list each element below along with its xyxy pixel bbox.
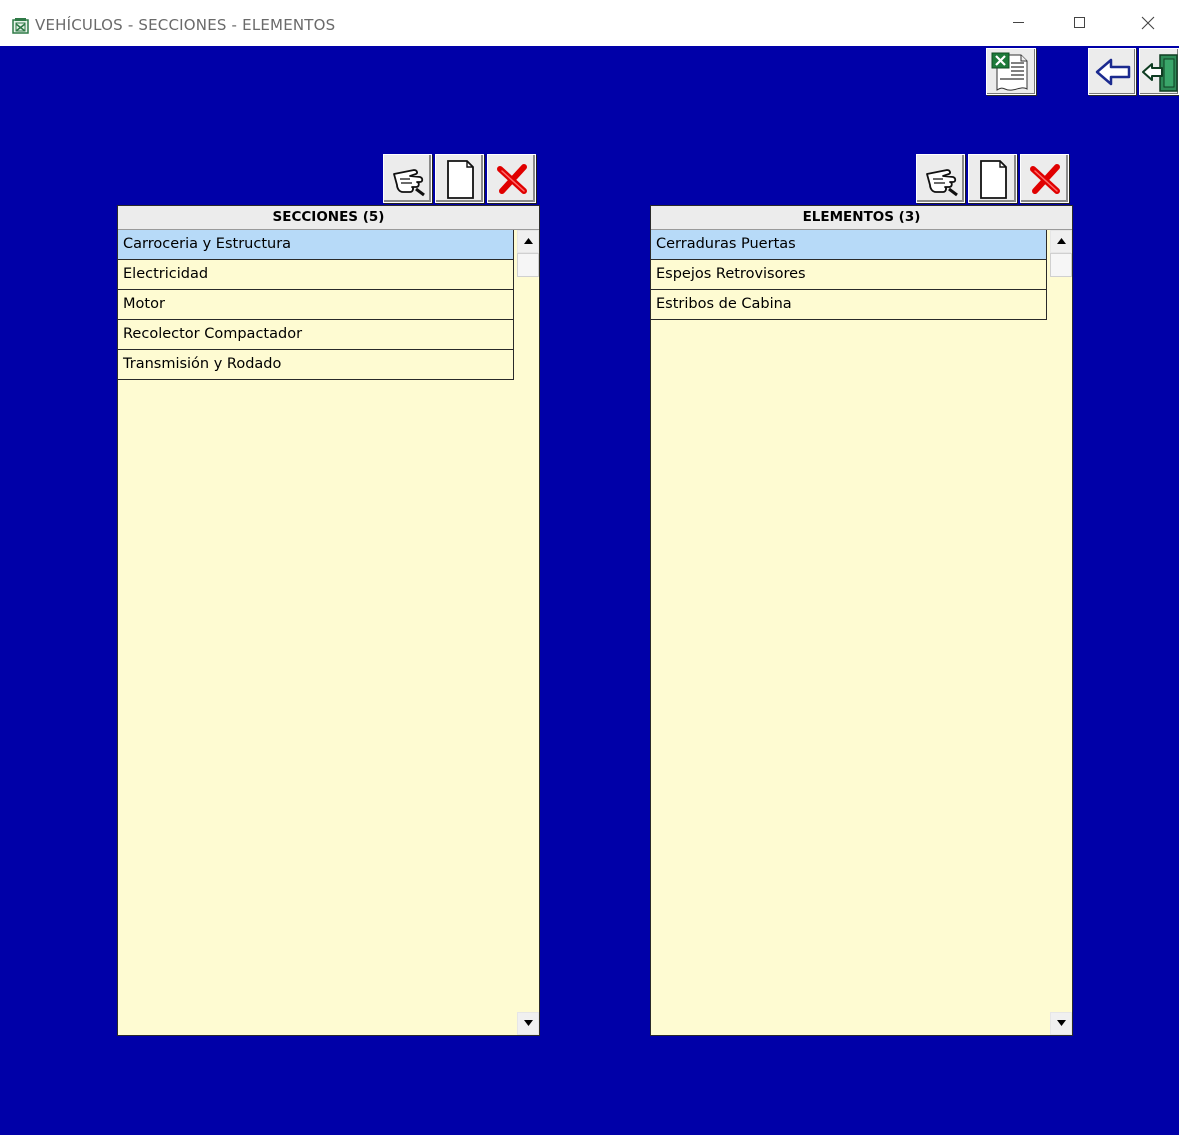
secciones-list[interactable]: SECCIONES (5) Carroceria y Estructura Ele… [117, 205, 540, 1036]
secciones-delete-button[interactable] [487, 154, 536, 203]
elementos-edit-button[interactable] [916, 154, 965, 203]
list-item[interactable]: Motor [118, 290, 514, 320]
close-icon [1141, 16, 1155, 30]
close-window-button[interactable] [1119, 0, 1177, 46]
secciones-scrollbar[interactable] [517, 230, 539, 1035]
secciones-edit-button[interactable] [383, 154, 432, 203]
scroll-down-button[interactable] [517, 1012, 539, 1035]
elementos-delete-button[interactable] [1020, 154, 1069, 203]
scroll-down-arrow-icon [524, 1020, 533, 1026]
delete-x-icon [1030, 164, 1060, 194]
minimize-button[interactable] [990, 0, 1048, 46]
edit-hand-icon [393, 169, 425, 197]
app-form-icon [12, 17, 29, 34]
new-document-icon [447, 160, 474, 199]
excel-report-icon [991, 52, 1028, 91]
list-item[interactable]: Espejos Retrovisores [651, 260, 1047, 290]
minimize-icon [1013, 22, 1024, 23]
delete-x-icon [497, 164, 527, 194]
left-arrow-icon [1095, 58, 1131, 86]
title-bar: VEHÍCULOS - SECCIONES - ELEMENTOS [0, 0, 1179, 46]
window-title: VEHÍCULOS - SECCIONES - ELEMENTOS [35, 16, 336, 34]
maximize-icon [1074, 17, 1085, 28]
secciones-new-button[interactable] [435, 154, 484, 203]
maximize-button[interactable] [1051, 0, 1109, 46]
exit-button[interactable] [1139, 48, 1179, 95]
edit-hand-icon [926, 169, 958, 197]
elementos-rows: Cerraduras Puertas Espejos Retrovisores Es… [651, 230, 1047, 320]
scroll-down-button[interactable] [1050, 1012, 1072, 1035]
elementos-new-button[interactable] [968, 154, 1017, 203]
scroll-thumb[interactable] [1050, 253, 1072, 277]
scroll-up-button[interactable] [517, 230, 539, 253]
list-item[interactable]: Transmisión y Rodado [118, 350, 514, 380]
list-item[interactable]: Cerraduras Puertas [651, 230, 1047, 260]
list-item[interactable]: Electricidad [118, 260, 514, 290]
exit-door-icon [1142, 54, 1178, 92]
new-document-icon [980, 160, 1007, 199]
elementos-scrollbar[interactable] [1050, 230, 1072, 1035]
back-button[interactable] [1088, 48, 1136, 95]
scroll-up-button[interactable] [1050, 230, 1072, 253]
secciones-header: SECCIONES (5) [118, 206, 539, 230]
scroll-thumb[interactable] [517, 253, 539, 277]
scroll-up-arrow-icon [524, 238, 533, 244]
export-excel-button[interactable] [986, 48, 1036, 95]
elementos-list[interactable]: ELEMENTOS (3) Cerraduras Puertas Espejos … [650, 205, 1073, 1036]
secciones-rows: Carroceria y Estructura Electricidad Motor… [118, 230, 514, 380]
list-item[interactable]: Carroceria y Estructura [118, 230, 514, 260]
list-item[interactable]: Recolector Compactador [118, 320, 514, 350]
elementos-header: ELEMENTOS (3) [651, 206, 1072, 230]
scroll-down-arrow-icon [1057, 1020, 1066, 1026]
scroll-up-arrow-icon [1057, 238, 1066, 244]
list-item[interactable]: Estribos de Cabina [651, 290, 1047, 320]
